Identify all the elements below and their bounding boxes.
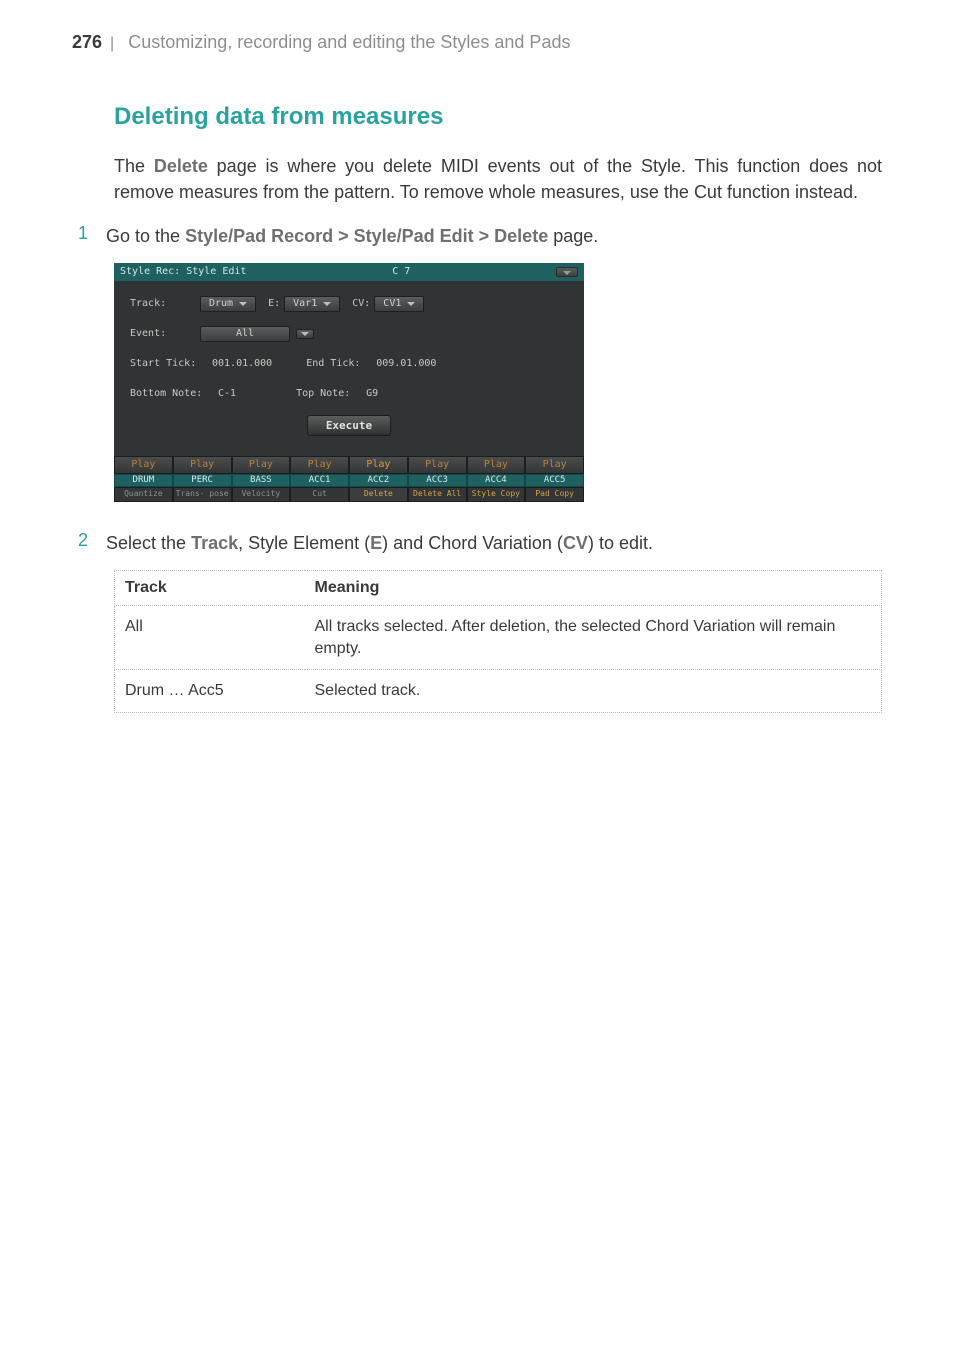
play-button[interactable]: Play xyxy=(232,456,291,474)
end-tick-value[interactable]: 009.01.000 xyxy=(376,359,436,369)
track-tab[interactable]: PERC xyxy=(173,474,232,487)
cv-value: CV1 xyxy=(383,299,401,309)
track-tab[interactable]: ACC1 xyxy=(290,474,349,487)
section-heading: Deleting data from measures xyxy=(114,103,882,131)
chevron-down-icon xyxy=(407,302,415,306)
table-row: Drum … Acc5 Selected track. xyxy=(115,670,882,713)
track-tab[interactable]: ACC4 xyxy=(467,474,526,487)
device-menu-button[interactable] xyxy=(556,267,578,277)
execute-button[interactable]: Execute xyxy=(307,415,391,436)
step-2-s3: CV xyxy=(563,533,588,553)
intro-rest: page is where you delete MIDI events out… xyxy=(114,156,882,202)
track-tab[interactable]: DRUM xyxy=(114,474,173,487)
top-note-value[interactable]: G9 xyxy=(366,389,378,399)
device-title-left: Style Rec: Style Edit xyxy=(120,267,246,277)
play-button[interactable]: Play xyxy=(525,456,584,474)
device-title-center: C 7 xyxy=(392,267,410,277)
track-label: Track: xyxy=(130,299,200,309)
step-1-suffix: page. xyxy=(548,226,598,246)
step-2: 2 Select the Track, Style Element (E) an… xyxy=(114,530,882,556)
function-tab-delete[interactable]: Delete xyxy=(349,487,408,502)
chevron-down-icon xyxy=(323,302,331,306)
cv-dropdown[interactable]: CV1 xyxy=(374,296,424,312)
event-label: Event: xyxy=(130,329,200,339)
step-2-p3: ) and Chord Variation ( xyxy=(382,533,563,553)
table-row: All All tracks selected. After deletion,… xyxy=(115,606,882,670)
function-tab-quantize[interactable]: Quantize xyxy=(114,487,173,502)
chevron-down-icon xyxy=(301,332,309,336)
table-header-meaning: Meaning xyxy=(305,571,882,606)
start-tick-label: Start Tick: xyxy=(130,359,206,369)
step-2-p1: Select the xyxy=(106,533,191,553)
track-meaning-table: Track Meaning All All tracks selected. A… xyxy=(114,570,882,713)
play-button[interactable]: Play xyxy=(114,456,173,474)
step-1-prefix: Go to the xyxy=(106,226,185,246)
end-tick-label: End Tick: xyxy=(306,359,370,369)
table-cell: Selected track. xyxy=(305,670,882,713)
running-head: 276 | Customizing, recording and editing… xyxy=(72,32,882,53)
table-header-track: Track xyxy=(115,571,305,606)
event-value: All xyxy=(236,329,254,339)
step-2-p2: , Style Element ( xyxy=(238,533,370,553)
device-row-ticks: Start Tick: 001.01.000 End Tick: 009.01.… xyxy=(130,355,568,373)
e-value: Var1 xyxy=(293,299,317,309)
step-2-p4: ) to edit. xyxy=(588,533,653,553)
function-tab-style-copy[interactable]: Style Copy xyxy=(467,487,526,502)
cv-label: CV: xyxy=(352,299,370,309)
event-dropdown[interactable] xyxy=(296,329,314,339)
step-1-text: Go to the Style/Pad Record > Style/Pad E… xyxy=(106,223,598,249)
function-tab-pad-copy[interactable]: Pad Copy xyxy=(525,487,584,502)
function-tab-velocity[interactable]: Velocity xyxy=(232,487,291,502)
step-2-s1: Track xyxy=(191,533,238,553)
table-cell: All xyxy=(115,606,305,670)
device-row-notes: Bottom Note: C-1 Top Note: G9 xyxy=(130,385,568,403)
running-head-title: Customizing, recording and editing the S… xyxy=(128,32,570,53)
play-button[interactable]: Play xyxy=(408,456,467,474)
table-header-row: Track Meaning xyxy=(115,571,882,606)
step-2-s2: E xyxy=(370,533,382,553)
device-titlebar: Style Rec: Style Edit C 7 xyxy=(114,263,584,281)
device-screenshot: Style Rec: Style Edit C 7 Track: Drum E:… xyxy=(114,263,584,502)
play-button[interactable]: Play xyxy=(173,456,232,474)
step-1-breadcrumb: Style/Pad Record > Style/Pad Edit > Dele… xyxy=(185,226,548,246)
chevron-down-icon xyxy=(239,302,247,306)
intro-prefix: The xyxy=(114,156,154,176)
function-tab-cut[interactable]: Cut xyxy=(290,487,349,502)
table-cell: Drum … Acc5 xyxy=(115,670,305,713)
play-button[interactable]: Play xyxy=(467,456,526,474)
device-row-event: Event: All xyxy=(130,325,568,343)
step-2-text: Select the Track, Style Element (E) and … xyxy=(106,530,653,556)
track-tab[interactable]: ACC3 xyxy=(408,474,467,487)
device-play-row: Play Play Play Play Play Play Play Play xyxy=(114,456,584,474)
device-row-track: Track: Drum E: Var1 CV: CV1 xyxy=(130,295,568,313)
step-1: 1 Go to the Style/Pad Record > Style/Pad… xyxy=(114,223,882,249)
device-body: Track: Drum E: Var1 CV: CV1 Event: xyxy=(114,281,584,456)
track-tab[interactable]: ACC5 xyxy=(525,474,584,487)
step-2-number: 2 xyxy=(72,530,88,551)
table-cell: All tracks selected. After deletion, the… xyxy=(305,606,882,670)
play-button[interactable]: Play xyxy=(290,456,349,474)
e-label: E: xyxy=(268,299,280,309)
device-track-row: DRUM PERC BASS ACC1 ACC2 ACC3 ACC4 ACC5 xyxy=(114,474,584,487)
intro-strong: Delete xyxy=(154,156,208,176)
page-number: 276 xyxy=(72,32,102,53)
track-dropdown[interactable]: Drum xyxy=(200,296,256,312)
intro-paragraph: The Delete page is where you delete MIDI… xyxy=(114,153,882,205)
track-tab[interactable]: ACC2 xyxy=(349,474,408,487)
function-tab-delete-all[interactable]: Delete All xyxy=(408,487,467,502)
device-function-row: Quantize Trans- pose Velocity Cut Delete… xyxy=(114,487,584,502)
top-note-label: Top Note: xyxy=(296,389,360,399)
running-head-separator: | xyxy=(110,35,114,53)
function-tab-transpose[interactable]: Trans- pose xyxy=(173,487,232,502)
e-dropdown[interactable]: Var1 xyxy=(284,296,340,312)
bottom-note-value[interactable]: C-1 xyxy=(218,389,236,399)
start-tick-value[interactable]: 001.01.000 xyxy=(212,359,272,369)
bottom-note-label: Bottom Note: xyxy=(130,389,218,399)
event-value-field[interactable]: All xyxy=(200,326,290,342)
track-value: Drum xyxy=(209,299,233,309)
play-button[interactable]: Play xyxy=(349,456,408,474)
execute-row: Execute xyxy=(130,415,568,436)
track-tab[interactable]: BASS xyxy=(232,474,291,487)
step-1-number: 1 xyxy=(72,223,88,244)
